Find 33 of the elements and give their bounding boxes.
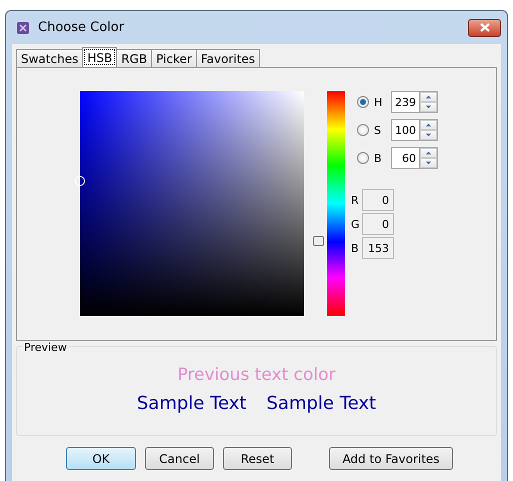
radio-button[interactable] (357, 152, 369, 164)
tab[interactable]: Swatches (16, 49, 84, 67)
field-label: R (351, 194, 360, 206)
dialog-button[interactable]: Reset (223, 447, 292, 470)
number-field[interactable]: 60 (391, 147, 419, 169)
value-field: 153 (362, 237, 394, 259)
value-field: 0 (362, 189, 394, 211)
sample-text: Sample Text (136, 393, 246, 414)
dialog-button[interactable]: OK (66, 447, 136, 470)
radio-button[interactable] (357, 124, 369, 136)
field-label: S (373, 124, 382, 136)
number-field[interactable]: 100 (391, 119, 419, 141)
field-label: H (373, 96, 384, 108)
value-field: 0 (362, 213, 394, 235)
close-button[interactable] (468, 18, 501, 36)
dialog-button[interactable]: Add to Favorites (329, 447, 453, 470)
window-title: Choose Color (38, 20, 124, 35)
tab[interactable]: Picker (151, 49, 197, 67)
field-label: B (373, 152, 383, 164)
field-label: G (351, 218, 361, 230)
tab[interactable]: RGB (116, 49, 152, 67)
color-cursor[interactable] (75, 176, 85, 186)
number-field[interactable]: 239 (391, 91, 419, 113)
previous-color-text: Previous text color (177, 365, 336, 387)
close-icon (480, 23, 490, 32)
preview-title: Preview (22, 341, 69, 354)
tab[interactable]: Favorites (196, 49, 260, 67)
sample-text: Sample Text (266, 393, 376, 414)
field-label: B (351, 242, 360, 254)
app-icon (16, 20, 30, 34)
tab[interactable]: HSB (82, 47, 118, 67)
radio-button[interactable] (357, 96, 369, 108)
dialog-button[interactable]: Cancel (145, 447, 214, 470)
